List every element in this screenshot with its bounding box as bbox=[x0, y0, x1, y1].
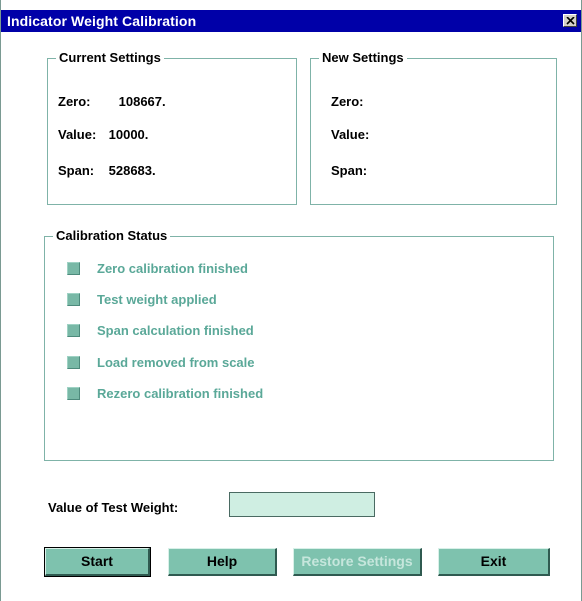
status-label: Span calculation finished bbox=[97, 323, 254, 338]
status-label: Test weight applied bbox=[97, 292, 217, 307]
new-span-row: Span: bbox=[331, 163, 367, 178]
restore-settings-button[interactable]: Restore Settings bbox=[293, 548, 422, 576]
status-checkbox bbox=[67, 293, 80, 306]
current-span-value: 528683. bbox=[108, 163, 156, 178]
current-span-label: Span: bbox=[58, 163, 95, 178]
current-settings-heading: Current Settings bbox=[56, 50, 164, 65]
start-button[interactable]: Start bbox=[44, 547, 151, 577]
current-value-value: 10000. bbox=[108, 127, 149, 142]
new-zero-label: Zero: bbox=[331, 94, 364, 109]
close-x-icon bbox=[566, 17, 575, 25]
calibration-status-heading: Calibration Status bbox=[53, 228, 171, 243]
current-zero-label: Zero: bbox=[58, 94, 91, 109]
current-settings-group: Current Settings Zero: 108667. Value: 10… bbox=[47, 50, 297, 205]
test-weight-input[interactable] bbox=[229, 492, 375, 517]
new-settings-heading: New Settings bbox=[319, 50, 407, 65]
calibration-dialog: Indicator Weight Calibration Current Set… bbox=[0, 0, 582, 601]
test-weight-label: Value of Test Weight: bbox=[48, 500, 179, 515]
status-checkbox bbox=[67, 387, 80, 400]
title-bar[interactable]: Indicator Weight Calibration bbox=[1, 10, 581, 32]
new-value-row: Value: bbox=[331, 127, 369, 142]
current-value-label: Value: bbox=[58, 127, 97, 142]
current-value-row: Value: 10000. bbox=[58, 127, 148, 142]
close-button[interactable] bbox=[563, 14, 577, 27]
status-label: Rezero calibration finished bbox=[97, 386, 264, 401]
new-zero-row: Zero: bbox=[331, 94, 364, 109]
new-span-label: Span: bbox=[331, 163, 368, 178]
status-checkbox bbox=[67, 324, 80, 337]
new-settings-group: New Settings Zero: Value: Span: bbox=[310, 50, 557, 205]
current-zero-row: Zero: 108667. bbox=[58, 94, 166, 109]
status-label: Load removed from scale bbox=[97, 355, 255, 370]
help-button[interactable]: Help bbox=[168, 548, 277, 576]
new-value-label: Value: bbox=[331, 127, 370, 142]
status-checkbox bbox=[67, 262, 80, 275]
window-title: Indicator Weight Calibration bbox=[7, 13, 197, 29]
current-zero-value: 108667. bbox=[118, 94, 166, 109]
calibration-status-group: Calibration Status Zero calibration fini… bbox=[44, 228, 554, 461]
status-checkbox bbox=[67, 356, 80, 369]
exit-button[interactable]: Exit bbox=[438, 548, 550, 576]
current-span-row: Span: 528683. bbox=[58, 163, 156, 178]
status-label: Zero calibration finished bbox=[97, 261, 248, 276]
